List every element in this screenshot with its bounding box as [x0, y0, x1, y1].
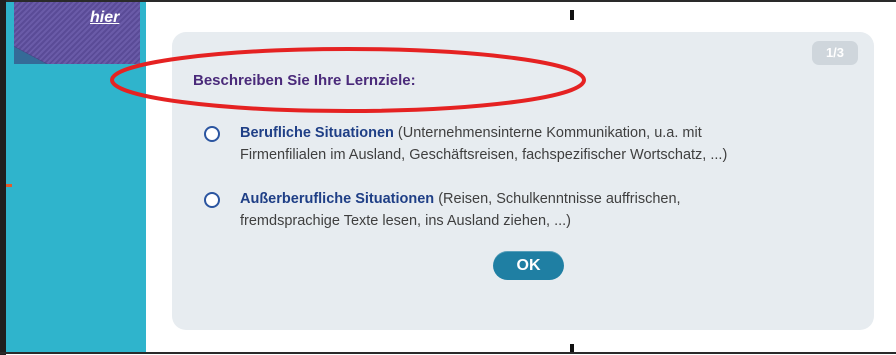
frame-bottom-border [0, 352, 896, 354]
hier-link[interactable]: hier [90, 9, 119, 27]
option-professional-desc-line1: (Unternehmensinterne Kommunikation, u.a.… [393, 125, 702, 141]
option-professional-desc-line2: Firmenfilialen im Ausland, Geschäftsreis… [240, 147, 728, 163]
left-marker [6, 184, 12, 187]
option-non-professional-title: Außerberufliche Situationen [240, 191, 435, 207]
option-non-professional-desc-line2: fremdsprachige Texte lesen, ins Ausland … [240, 213, 572, 229]
radio-professional[interactable] [204, 126, 220, 142]
top-tick-mark [570, 10, 574, 20]
ok-button[interactable]: OK [493, 251, 564, 280]
sidebar-tab [14, 2, 140, 64]
option-professional-text: Berufliche Situationen (Unternehmensinte… [240, 122, 846, 166]
option-non-professional-desc-line1: (Reisen, Schulkenntnisse auffrischen, [434, 191, 681, 207]
question-title: Beschreiben Sie Ihre Lernziele: [193, 72, 416, 89]
bottom-tick-mark [570, 344, 574, 352]
option-non-professional-text: Außerberufliche Situationen (Reisen, Sch… [240, 188, 846, 232]
page-counter: 1/3 [812, 41, 858, 65]
option-professional-title: Berufliche Situationen [240, 125, 394, 141]
radio-non-professional[interactable] [204, 192, 220, 208]
